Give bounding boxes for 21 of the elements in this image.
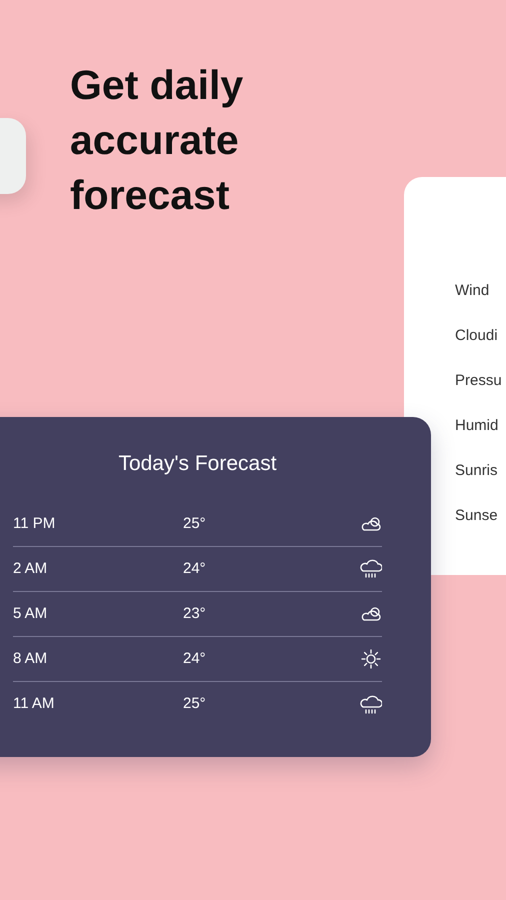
temperature: 23° <box>183 604 207 624</box>
rain-cloud-icon <box>360 694 382 715</box>
detail-label: Sunse <box>455 506 499 526</box>
temperature: 24° <box>183 558 207 579</box>
temperature: 25° <box>183 514 207 534</box>
headline: Get daily accurate forecast <box>70 61 244 220</box>
time-label: 11 PM <box>13 514 56 534</box>
sun-icon <box>360 649 382 670</box>
detail-label: Pressu <box>455 371 503 391</box>
temperature: 25° <box>183 694 207 714</box>
time-label: 5 AM <box>13 604 48 624</box>
rain-cloud-icon <box>360 559 382 580</box>
detail-label: Sunris <box>455 461 499 481</box>
detail-label: Cloudi <box>455 326 499 346</box>
detail-label: Wind <box>455 281 490 301</box>
detail-label: Humid <box>455 416 500 436</box>
time-label: 8 AM <box>13 648 48 669</box>
forecast-title: Today's Forecast <box>117 451 278 476</box>
time-label: 2 AM <box>13 558 48 579</box>
temperature: 24° <box>183 648 207 669</box>
time-label: 11 AM <box>13 694 56 714</box>
